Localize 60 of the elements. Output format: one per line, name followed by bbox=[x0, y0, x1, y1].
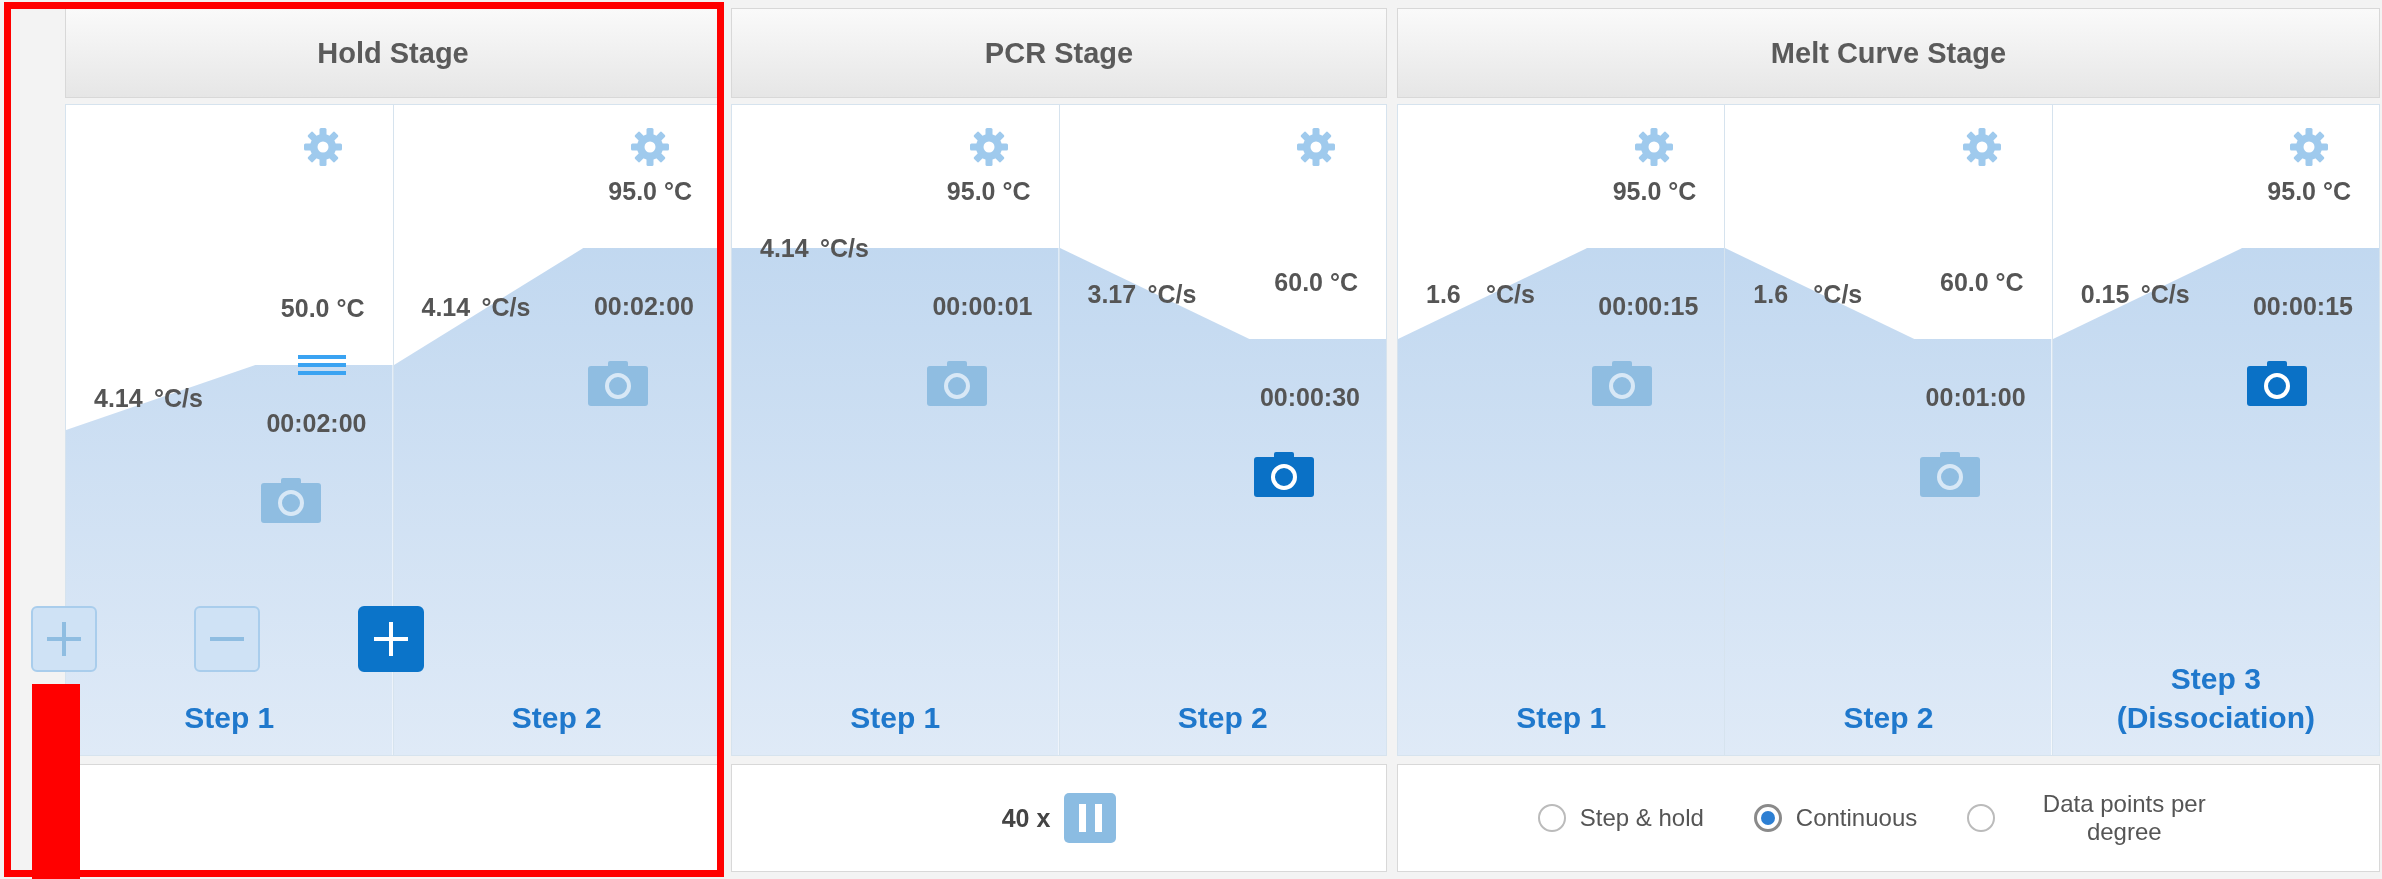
plus-icon bbox=[374, 622, 408, 656]
ramp-rate-value[interactable]: 4.14 bbox=[760, 233, 820, 263]
temperature-value[interactable]: 95.0 °C bbox=[2267, 176, 2351, 206]
ramp-rate-unit: °C/s bbox=[481, 292, 531, 321]
settings-icon[interactable] bbox=[630, 127, 670, 167]
settings-icon[interactable] bbox=[302, 127, 343, 167]
stage-header: PCR Stage bbox=[731, 8, 1387, 98]
hold-time-value[interactable]: 00:00:30 bbox=[1259, 382, 1360, 412]
step-label: Step 1 bbox=[184, 700, 275, 736]
hold-time-value[interactable]: 00:02:00 bbox=[266, 408, 367, 438]
ramp-rate-unit: °C/s bbox=[1486, 279, 1535, 308]
temperature-value[interactable]: 60.0 °C bbox=[1940, 267, 2024, 297]
ramp-rate-value[interactable]: 3.17 bbox=[1087, 279, 1148, 308]
step-label: Step 2 bbox=[1177, 700, 1268, 736]
ramp-rate-value[interactable]: 4.14 bbox=[94, 383, 154, 412]
step-label: Step 1 bbox=[1516, 700, 1607, 736]
temperature-value[interactable]: 50.0 °C bbox=[280, 293, 365, 323]
settings-icon[interactable] bbox=[968, 127, 1009, 167]
step-sublabel: (Dissociation) bbox=[2116, 700, 2315, 736]
radio-option[interactable]: Step & hold bbox=[1519, 804, 1722, 832]
radio-option[interactable]: Continuous bbox=[1735, 804, 1936, 832]
hold-time-value[interactable]: 00:00:01 bbox=[932, 291, 1033, 321]
radio-button[interactable] bbox=[1967, 804, 1996, 832]
ramp-rate-unit: °C/s bbox=[154, 383, 203, 412]
radio-button[interactable] bbox=[1753, 804, 1782, 832]
camera-icon[interactable] bbox=[2247, 360, 2307, 406]
settings-icon[interactable] bbox=[1634, 127, 1675, 167]
step-label: Step 3 bbox=[2170, 661, 2261, 697]
settings-icon[interactable] bbox=[1961, 127, 2002, 167]
temperature-value[interactable]: 60.0 °C bbox=[1274, 267, 1358, 297]
hold-time-value[interactable]: 00:00:15 bbox=[1598, 291, 1699, 321]
camera-icon[interactable] bbox=[1254, 451, 1314, 497]
step-label: Step 2 bbox=[1843, 700, 1934, 736]
temperature-value[interactable]: 95.0 °C bbox=[946, 176, 1031, 206]
pause-button[interactable] bbox=[1064, 793, 1117, 843]
cycle-count[interactable]: 40 x bbox=[1001, 803, 1051, 833]
plus-icon bbox=[47, 622, 81, 656]
hold-time-value[interactable]: 00:02:00 bbox=[593, 291, 694, 321]
ramp-rate-unit: °C/s bbox=[2140, 279, 2190, 308]
settings-icon[interactable] bbox=[1296, 127, 1336, 167]
ramp-rate-value[interactable]: 1.6 bbox=[1753, 279, 1814, 308]
temperature-value[interactable]: 95.0 °C bbox=[1612, 176, 1697, 206]
hold-time-value[interactable]: 00:00:15 bbox=[2252, 291, 2353, 321]
ramp-rate-unit: °C/s bbox=[820, 233, 869, 263]
ramp-rate-unit: °C/s bbox=[1147, 279, 1197, 308]
stage-header: Melt Curve Stage bbox=[1397, 8, 2380, 98]
radio-button[interactable] bbox=[1537, 804, 1566, 832]
settings-icon[interactable] bbox=[2289, 127, 2329, 167]
ramp-rate-value[interactable]: 1.6 bbox=[1426, 279, 1486, 308]
add-step-button[interactable] bbox=[358, 606, 424, 672]
temperature-value[interactable]: 95.0 °C bbox=[608, 176, 692, 206]
drag-handle-icon[interactable] bbox=[297, 353, 346, 377]
ramp-rate-value[interactable]: 0.15 bbox=[2080, 279, 2141, 308]
ramp-rate-unit: °C/s bbox=[1813, 279, 1863, 308]
radio-option[interactable]: Data points per degree bbox=[1949, 790, 2258, 846]
minus-icon bbox=[210, 637, 244, 641]
step-label: Step 1 bbox=[850, 700, 941, 736]
hold-time-value[interactable]: 00:01:00 bbox=[1925, 382, 2026, 412]
ramp-rate-value[interactable]: 4.14 bbox=[421, 292, 482, 321]
step-label: Step 2 bbox=[511, 700, 602, 736]
